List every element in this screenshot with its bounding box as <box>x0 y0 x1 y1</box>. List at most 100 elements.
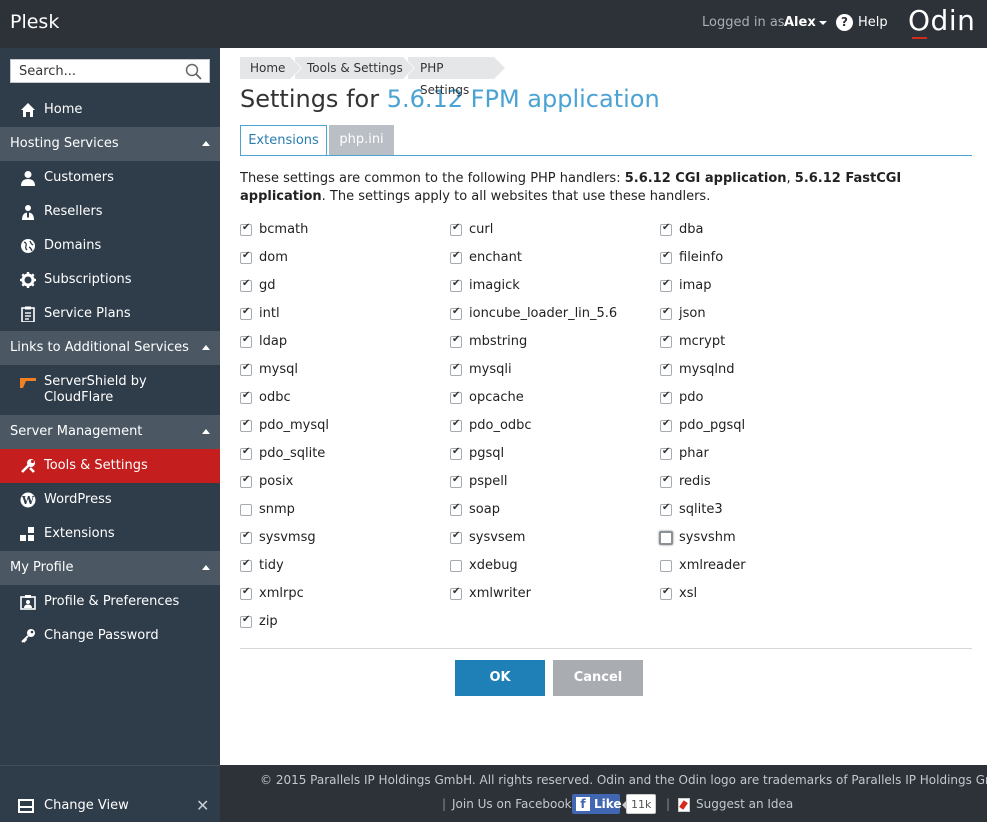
extension-checkbox[interactable] <box>660 446 672 460</box>
extension-checkbox[interactable] <box>660 278 672 292</box>
close-icon[interactable]: ✕ <box>196 796 209 815</box>
extension-checkbox[interactable] <box>660 362 672 376</box>
extension-label: imagick <box>469 278 520 293</box>
suggest-idea-link[interactable]: Suggest an Idea <box>696 797 793 811</box>
extension-checkbox[interactable] <box>450 250 462 264</box>
facebook-like-button[interactable]: f Like <box>572 794 622 814</box>
extension-checkbox[interactable] <box>240 586 252 600</box>
idea-icon <box>678 798 690 812</box>
extension-checkbox[interactable] <box>660 418 672 432</box>
extension-label: mysql <box>259 362 298 377</box>
join-facebook-link[interactable]: Join Us on Facebook <box>452 797 572 811</box>
sidebar-item-domains[interactable]: Domains <box>0 229 220 263</box>
reseller-icon <box>22 205 34 220</box>
sidebar-item-customers[interactable]: Customers <box>0 161 220 195</box>
logged-in-label: Logged in as <box>702 15 785 30</box>
extension-checkbox[interactable] <box>450 334 462 348</box>
breadcrumb-home[interactable]: Home <box>240 57 302 79</box>
extension-label: ldap <box>259 334 288 349</box>
collapse-arrow-icon <box>202 429 210 434</box>
section-label: Hosting Services <box>10 136 119 151</box>
sidebar-item-label: Resellers <box>44 204 103 219</box>
cancel-button[interactable]: Cancel <box>553 660 643 696</box>
extension-label: snmp <box>259 502 295 517</box>
sidebar-item-label-line2: CloudFlare <box>44 390 114 405</box>
ok-button[interactable]: OK <box>455 660 545 696</box>
brand-logo[interactable]: Plesk <box>10 11 59 33</box>
extension-checkbox[interactable] <box>240 558 252 572</box>
extension-checkbox[interactable] <box>240 390 252 404</box>
extension-checkbox[interactable] <box>450 278 462 292</box>
extension-checkbox[interactable] <box>660 390 672 404</box>
sidebar-item-resellers[interactable]: Resellers <box>0 195 220 229</box>
extension-checkbox[interactable] <box>450 390 462 404</box>
section-additional-services[interactable]: Links to Additional Services <box>0 331 220 365</box>
extension-label: json <box>679 306 706 321</box>
handler-name: 5.6.12 CGI application <box>624 171 787 186</box>
tools-icon <box>21 459 35 473</box>
extension-checkbox[interactable] <box>240 334 252 348</box>
extension-checkbox[interactable] <box>660 334 672 348</box>
footer-separator: | <box>442 797 447 811</box>
section-my-profile[interactable]: My Profile <box>0 551 220 585</box>
sidebar-item-service-plans[interactable]: Service Plans <box>0 297 220 331</box>
extension-checkbox[interactable] <box>240 418 252 432</box>
extension-checkbox[interactable] <box>660 502 672 516</box>
collapse-arrow-icon <box>202 345 210 350</box>
user-menu[interactable]: Alex <box>784 15 827 30</box>
extension-checkbox[interactable] <box>240 504 252 516</box>
extension-label: pdo_pgsql <box>679 418 746 433</box>
extension-checkbox[interactable] <box>450 362 462 376</box>
extension-checkbox[interactable] <box>240 614 252 628</box>
extension-checkbox[interactable] <box>660 560 672 572</box>
sidebar-item-wordpress[interactable]: W WordPress <box>0 483 220 517</box>
section-hosting-services[interactable]: Hosting Services <box>0 127 220 161</box>
breadcrumb-tools-settings[interactable]: Tools & Settings <box>295 57 415 79</box>
extension-checkbox[interactable] <box>450 586 462 600</box>
sidebar-item-subscriptions[interactable]: Subscriptions <box>0 263 220 297</box>
sidebar-item-extensions[interactable]: Extensions <box>0 517 220 551</box>
extension-checkbox[interactable] <box>450 530 462 544</box>
help-icon[interactable]: ? <box>836 14 853 31</box>
tab-extensions[interactable]: Extensions <box>240 125 327 156</box>
sidebar-item-servershield[interactable]: ServerShield by CloudFlare <box>0 365 220 415</box>
breadcrumb-php-settings[interactable]: PHP Settings <box>408 57 505 97</box>
extension-checkbox[interactable] <box>450 306 462 320</box>
extension-checkbox[interactable] <box>240 474 252 488</box>
sidebar-item-change-password[interactable]: Change Password <box>0 619 220 653</box>
sidebar-item-profile-preferences[interactable]: Profile & Preferences <box>0 585 220 619</box>
like-count: 11k <box>621 794 657 814</box>
change-view-button[interactable]: Change View <box>44 798 129 813</box>
extension-checkbox[interactable] <box>450 502 462 516</box>
extension-checkbox[interactable] <box>240 446 252 460</box>
extension-checkbox[interactable] <box>240 278 252 292</box>
search-input[interactable] <box>11 60 181 82</box>
sidebar-item-label: Change Password <box>44 628 159 643</box>
extension-checkbox[interactable] <box>660 222 672 236</box>
extension-label: xsl <box>679 586 698 601</box>
extension-checkbox[interactable] <box>240 306 252 320</box>
description-separator: , <box>786 171 795 186</box>
extension-checkbox[interactable] <box>660 474 672 488</box>
extension-checkbox[interactable] <box>660 306 672 320</box>
extension-checkbox[interactable] <box>660 250 672 264</box>
extension-checkbox[interactable] <box>450 560 462 572</box>
extension-checkbox[interactable] <box>450 222 462 236</box>
extension-checkbox[interactable] <box>659 531 673 545</box>
extension-checkbox[interactable] <box>240 222 252 236</box>
extension-checkbox[interactable] <box>450 418 462 432</box>
extension-checkbox[interactable] <box>450 474 462 488</box>
help-link[interactable]: Help <box>858 15 888 30</box>
extension-checkbox[interactable] <box>450 446 462 460</box>
sidebar-item-label: Domains <box>44 238 102 253</box>
extension-checkbox[interactable] <box>660 586 672 600</box>
search-icon[interactable] <box>185 63 203 81</box>
sidebar-item-tools-settings[interactable]: Tools & Settings <box>0 449 220 483</box>
tab-php-ini[interactable]: php.ini <box>329 125 394 156</box>
sidebar-item-home[interactable]: Home <box>0 93 220 127</box>
extension-checkbox[interactable] <box>240 362 252 376</box>
section-server-management[interactable]: Server Management <box>0 415 220 449</box>
extension-checkbox[interactable] <box>240 250 252 264</box>
extension-checkbox[interactable] <box>240 530 252 544</box>
sidebar-item-label: Tools & Settings <box>44 458 148 473</box>
